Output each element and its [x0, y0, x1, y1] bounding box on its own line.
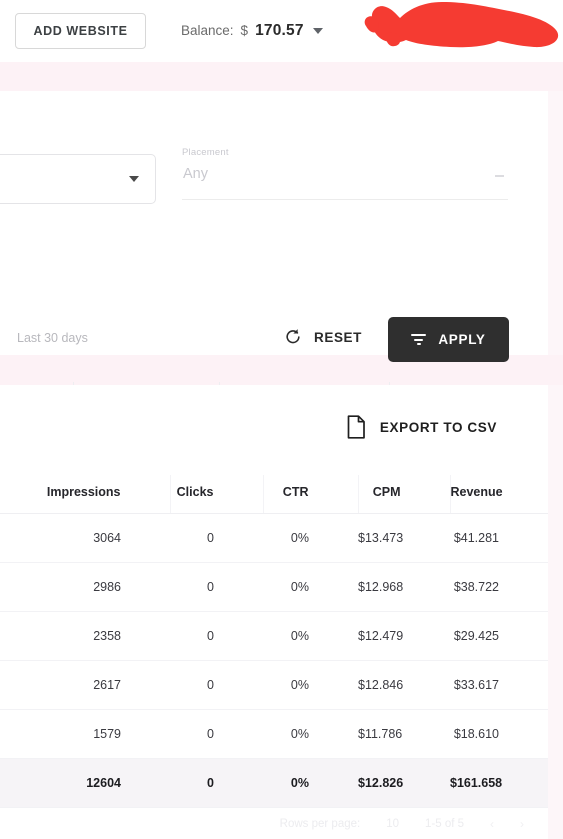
add-website-label: ADD WEBSITE — [33, 24, 128, 38]
reset-button[interactable]: RESET — [283, 327, 362, 347]
next-page-button[interactable]: › — [520, 817, 524, 831]
rows-per-page-label: Rows per page: — [279, 817, 361, 830]
document-icon — [347, 415, 365, 439]
export-to-csv-label: EXPORT TO CSV — [379, 419, 497, 435]
table-header-row: Impressions Clicks CTR CPM Revenue — [0, 475, 548, 514]
cell-cpm: $11.786 — [358, 709, 450, 759]
table-row[interactable]: 2617 0 0% $12.846 $33.617 — [0, 660, 548, 710]
chevron-down-icon — [495, 175, 504, 177]
column-header-ctr[interactable]: CTR — [263, 475, 359, 514]
placement-select[interactable]: Placement Any — [182, 147, 508, 200]
cell-revenue: $38.722 — [450, 562, 548, 612]
table-row[interactable]: 2986 0 0% $12.968 $38.722 — [0, 562, 548, 612]
apply-label: APPLY — [438, 332, 486, 347]
cell-cpm: $13.473 — [358, 513, 450, 563]
total-impressions: 12604 — [0, 758, 170, 808]
chevron-down-icon — [312, 28, 323, 34]
placement-value: Any — [183, 166, 208, 182]
cell-revenue: $29.425 — [450, 611, 548, 661]
cell-impressions: 2986 — [0, 562, 170, 612]
total-cpm: $12.826 — [358, 758, 450, 808]
cell-impressions: 2617 — [0, 660, 170, 710]
add-website-button[interactable]: ADD WEBSITE — [15, 13, 146, 49]
cell-revenue: $18.610 — [450, 709, 548, 759]
cell-impressions: 3064 — [0, 513, 170, 563]
filter-card: Placement Any Last 30 days RESET APPLY C… — [0, 91, 548, 429]
cell-clicks: 0 — [170, 660, 263, 710]
cell-impressions: 2358 — [0, 611, 170, 661]
analytics-page: ADD WEBSITE Balance: $ 170.57 Placement … — [0, 0, 563, 839]
cell-revenue: $41.281 — [450, 513, 548, 563]
cell-ctr: 0% — [263, 611, 358, 661]
balance-label: Balance: — [181, 23, 234, 38]
filter-icon — [411, 334, 427, 345]
cell-impressions: 1579 — [0, 709, 170, 759]
cell-clicks: 0 — [170, 513, 263, 563]
refresh-icon — [286, 329, 300, 344]
balance-currency-symbol: $ — [240, 23, 249, 38]
column-header-impressions[interactable]: Impressions — [0, 475, 171, 514]
total-clicks: 0 — [170, 758, 263, 808]
chevron-down-icon — [129, 176, 139, 182]
cell-ctr: 0% — [263, 709, 358, 759]
cell-clicks: 0 — [170, 709, 263, 759]
table-row[interactable]: 2358 0 0% $12.479 $29.425 — [0, 611, 548, 661]
export-to-csv-button[interactable]: EXPORT TO CSV — [346, 415, 497, 439]
column-header-revenue[interactable]: Revenue — [450, 475, 548, 514]
cell-ctr: 0% — [263, 513, 358, 563]
previous-page-button[interactable]: ‹ — [490, 817, 494, 831]
cell-cpm: $12.479 — [358, 611, 450, 661]
cell-clicks: 0 — [170, 562, 263, 612]
background-band-top — [0, 62, 563, 91]
cell-ctr: 0% — [263, 562, 358, 612]
table-pagination: Rows per page: 10 1-5 of 5 ‹ › — [0, 808, 548, 839]
placement-label: Placement — [182, 147, 229, 158]
top-bar: ADD WEBSITE Balance: $ 170.57 — [0, 0, 563, 62]
cell-ctr: 0% — [263, 660, 358, 710]
total-revenue: $161.658 — [450, 758, 548, 808]
pagination-range: 1-5 of 5 — [425, 817, 464, 830]
metrics-table: Impressions Clicks CTR CPM Revenue 3064 … — [0, 475, 548, 808]
cell-cpm: $12.968 — [358, 562, 450, 612]
cell-cpm: $12.846 — [358, 660, 450, 710]
rows-per-page-select[interactable]: 10 — [386, 818, 399, 830]
column-header-clicks[interactable]: Clicks — [170, 475, 264, 514]
table-head: Impressions Clicks CTR CPM Revenue — [0, 475, 548, 514]
table-body: 3064 0 0% $13.473 $41.281 2986 0 0% $12.… — [0, 513, 548, 808]
balance-dropdown[interactable]: Balance: $ 170.57 — [181, 22, 323, 40]
reset-label: RESET — [314, 329, 363, 345]
report-table-card: EXPORT TO CSV Impressions Clicks CTR CPM… — [0, 385, 548, 839]
total-ctr: 0% — [263, 758, 358, 808]
balance-amount: 170.57 — [255, 22, 304, 39]
date-range-label[interactable]: Last 30 days — [17, 331, 88, 345]
table-row[interactable]: 1579 0 0% $11.786 $18.610 — [0, 709, 548, 759]
website-select[interactable] — [0, 154, 156, 204]
table-total-row: 12604 0 0% $12.826 $161.658 — [0, 758, 548, 808]
column-header-cpm[interactable]: CPM — [358, 475, 451, 514]
table-row[interactable]: 3064 0 0% $13.473 $41.281 — [0, 513, 548, 563]
apply-button[interactable]: APPLY — [388, 317, 509, 362]
cell-clicks: 0 — [170, 611, 263, 661]
cell-revenue: $33.617 — [450, 660, 548, 710]
